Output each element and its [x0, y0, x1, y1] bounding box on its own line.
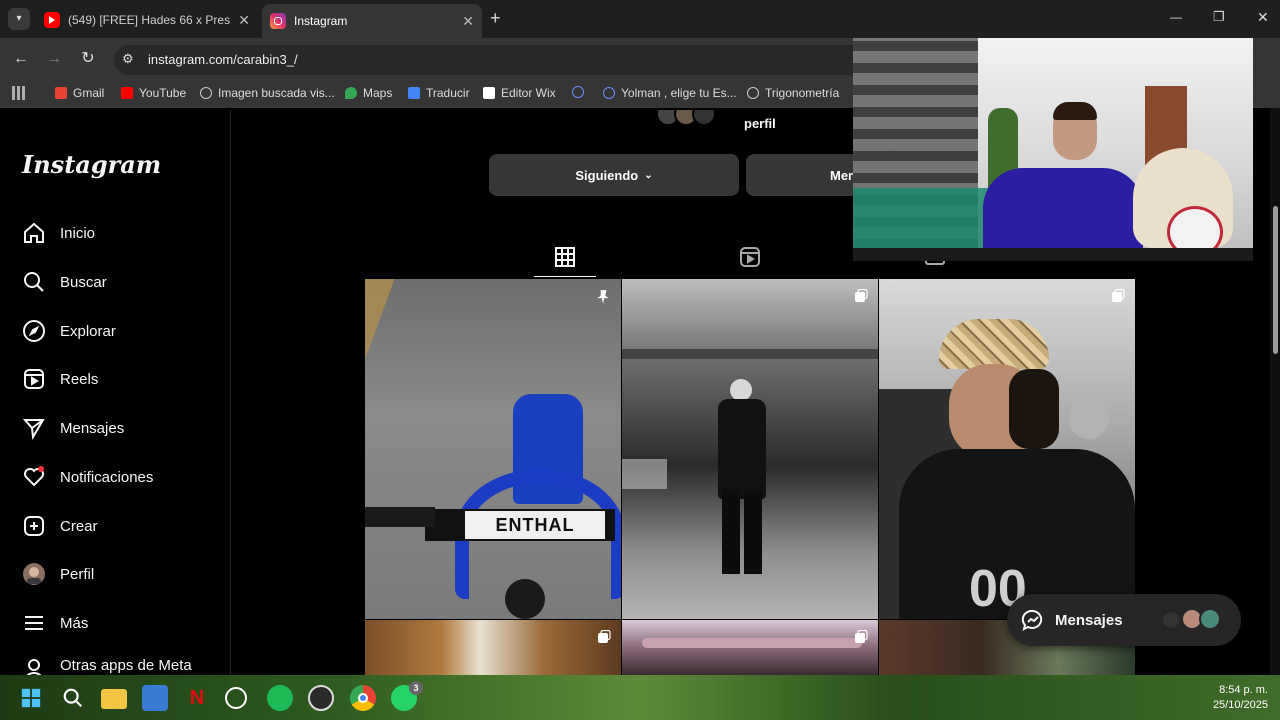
message-avatars [1163, 608, 1233, 632]
close-tab-icon[interactable]: ✕ [462, 13, 474, 30]
meta-icon [26, 659, 42, 675]
bookmark-trigonometria[interactable]: Trigonometría [747, 86, 839, 100]
windows-start-icon[interactable] [18, 685, 44, 711]
system-clock[interactable]: 8:54 p. m. 25/10/2025 [1204, 683, 1268, 713]
home-icon [24, 222, 44, 243]
post-portrait[interactable]: 00 [879, 279, 1135, 619]
carousel-icon [855, 289, 868, 302]
bookmark-youtube[interactable]: YouTube [121, 86, 186, 100]
site-info-icon[interactable]: ⚙ [122, 51, 134, 67]
bookmark-traducir[interactable]: Traducir [408, 86, 470, 100]
carousel-icon [855, 630, 868, 643]
notification-badge: 3 [409, 681, 423, 695]
file-explorer-icon[interactable] [101, 689, 127, 709]
siguiendo-button[interactable]: Siguiendo ⌄ [489, 154, 739, 196]
translate-icon [408, 87, 420, 99]
message-button[interactable]: Mer [746, 154, 854, 196]
reels-icon [24, 369, 44, 389]
tab-search-icon[interactable]: ▾ [8, 8, 30, 30]
compass-icon [23, 320, 45, 342]
instagram-logo[interactable]: Instagram [22, 150, 161, 179]
post-garage[interactable] [622, 279, 878, 619]
globe-icon [200, 87, 212, 99]
carousel-icon [598, 630, 611, 643]
followed-by-text: perfil [744, 116, 776, 131]
scrollbar-thumb[interactable] [1273, 206, 1278, 354]
browser-tab-instagram[interactable]: Instagram ✕ [262, 4, 482, 38]
search-icon[interactable] [60, 685, 86, 711]
minimize-button[interactable]: — [1170, 10, 1182, 24]
reload-icon[interactable]: ↻ [77, 48, 99, 70]
new-tab-button[interactable]: + [490, 8, 501, 29]
nav-mensajes[interactable]: Mensajes [22, 413, 124, 443]
nav-reels[interactable]: Reels [22, 364, 98, 394]
spotify-icon[interactable] [267, 685, 293, 711]
nav-mas[interactable]: Más [22, 608, 88, 638]
gmail-icon [55, 87, 67, 99]
plus-square-icon [24, 516, 44, 536]
messenger-icon [1021, 609, 1043, 631]
nav-crear[interactable]: Crear [22, 511, 98, 541]
nav-perfil[interactable]: Perfil [22, 559, 94, 589]
bookmark-blank[interactable] [572, 86, 590, 98]
search-icon [24, 272, 44, 292]
tab-title: Instagram [294, 14, 348, 28]
follower-avatars[interactable] [656, 110, 738, 130]
nav-buscar[interactable]: Buscar [22, 267, 107, 297]
heart-icon [24, 466, 44, 487]
chevron-down-icon: ⌄ [644, 169, 653, 181]
nav-otras-apps-meta[interactable]: Otras apps de Meta [22, 657, 192, 675]
circle-icon [603, 87, 615, 99]
wix-icon [483, 87, 495, 99]
browser-tab-youtube[interactable]: (549) [FREE] Hades 66 x Pressur ✕ [36, 6, 258, 34]
circle-icon [572, 86, 584, 98]
grid-icon[interactable] [554, 246, 576, 268]
nav-explorar[interactable]: Explorar [22, 316, 116, 346]
back-icon[interactable]: ← [10, 48, 32, 70]
bookmark-imagen-buscada[interactable]: Imagen buscada vis... [200, 86, 335, 100]
store-icon[interactable] [142, 685, 168, 711]
active-tab-indicator [534, 276, 596, 277]
close-tab-icon[interactable]: ✕ [238, 12, 250, 29]
scrollbar-track[interactable] [1270, 108, 1280, 675]
messages-pill[interactable]: Mensajes [1007, 594, 1241, 646]
maps-icon [345, 87, 357, 99]
reels-tab-icon[interactable] [739, 246, 761, 268]
chrome-icon[interactable] [350, 685, 376, 711]
youtube-icon [44, 12, 60, 28]
apps-grid-icon[interactable] [12, 86, 26, 100]
bookmark-editor-wix[interactable]: Editor Wix [483, 86, 556, 100]
url-text[interactable]: instagram.com/carabin3_/ [148, 52, 298, 67]
avatar [23, 563, 45, 585]
bookmark-gmail[interactable]: Gmail [55, 86, 104, 100]
post-pipes[interactable] [622, 620, 878, 675]
menu-icon [25, 616, 43, 630]
restore-button[interactable]: ❐ [1213, 9, 1225, 25]
post-street[interactable] [365, 620, 621, 675]
bookmark-yolman[interactable]: Yolman , elige tu Es... [603, 86, 737, 100]
close-window-button[interactable]: ✕ [1257, 9, 1269, 26]
forward-icon[interactable]: → [43, 48, 65, 70]
carousel-icon [1112, 289, 1125, 302]
globe-icon [747, 87, 759, 99]
whatsapp-icon[interactable]: 3 [391, 681, 423, 711]
bookmark-maps[interactable]: Maps [345, 86, 392, 100]
youtube-icon [121, 87, 133, 99]
webcam-overlay [853, 38, 1253, 261]
netflix-icon[interactable]: N [184, 685, 210, 711]
browser-tab-strip: ▾ (549) [FREE] Hades 66 x Pressur ✕ Inst… [0, 0, 1280, 38]
send-icon [22, 419, 45, 440]
nav-inicio[interactable]: Inicio [22, 218, 95, 248]
post-motocross[interactable]: ENTHAL [365, 279, 621, 619]
instagram-icon [270, 13, 286, 29]
recording-app-icon[interactable] [308, 685, 334, 711]
pin-icon [597, 290, 609, 304]
chatgpt-icon[interactable] [225, 687, 247, 709]
tab-title: (549) [FREE] Hades 66 x Pressur [68, 13, 231, 27]
nav-notificaciones[interactable]: Notificaciones [22, 462, 153, 492]
